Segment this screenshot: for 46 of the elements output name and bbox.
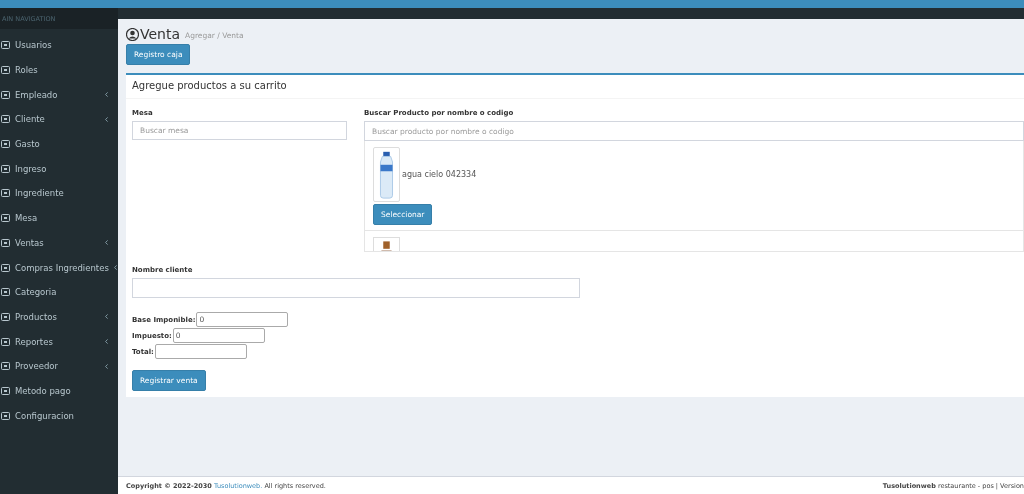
square-icon — [1, 214, 10, 223]
user-icon — [126, 27, 139, 41]
page-title: Venta — [140, 26, 181, 42]
square-icon — [1, 189, 10, 198]
sidebar-item[interactable]: Metodo pago — [0, 378, 118, 404]
square-icon — [1, 140, 10, 149]
square-icon — [1, 288, 10, 297]
sidebar-item[interactable]: Gasto — [0, 131, 118, 157]
sidebar-item[interactable]: Categoria — [0, 279, 118, 305]
square-icon — [1, 312, 10, 321]
panel-title: Agregue productos a su carrito — [126, 75, 1024, 99]
sidebar-item[interactable]: Ingrediente — [0, 181, 118, 206]
square-icon — [1, 386, 10, 395]
chevron-icon — [105, 240, 108, 246]
square-icon — [1, 411, 10, 420]
sidebar-item[interactable]: Proveedor — [0, 353, 118, 379]
chevron-icon — [113, 265, 117, 271]
chevron-icon — [105, 363, 108, 369]
sidebar-item[interactable]: Reportes — [0, 329, 118, 354]
square-icon — [1, 238, 10, 247]
amount-field[interactable] — [154, 344, 247, 359]
sidebar-item[interactable]: Mesa — [0, 205, 118, 231]
sidebar-item[interactable]: Ingreso — [0, 156, 118, 182]
sidebar-item[interactable]: Ventas — [0, 230, 118, 256]
chevron-icon — [105, 339, 108, 345]
chevron-icon — [105, 314, 108, 320]
square-icon — [1, 164, 10, 173]
square-icon — [1, 66, 10, 75]
product-name: agua cielo 042334 — [402, 170, 477, 179]
square-icon — [1, 362, 10, 371]
square-icon — [1, 337, 10, 346]
chevron-icon — [105, 92, 108, 98]
sidebar-item[interactable]: Configuracion — [0, 403, 118, 428]
sidebar-item[interactable]: Empleado — [0, 82, 118, 108]
bottle-drawing — [373, 147, 400, 202]
sidebar-item[interactable]: Compras Ingredientes — [0, 255, 118, 280]
sidebar-item[interactable]: Roles — [0, 57, 118, 83]
chevron-icon — [105, 116, 108, 122]
square-icon — [1, 263, 10, 272]
sidebar-item[interactable]: Productos — [0, 304, 118, 330]
square-icon — [1, 41, 10, 50]
square-icon — [1, 115, 10, 124]
sidebar-item[interactable]: Usuarios — [0, 33, 118, 58]
square-icon — [1, 90, 10, 99]
client-name-field[interactable] — [132, 278, 580, 298]
sidebar-item[interactable]: Cliente — [0, 107, 118, 132]
